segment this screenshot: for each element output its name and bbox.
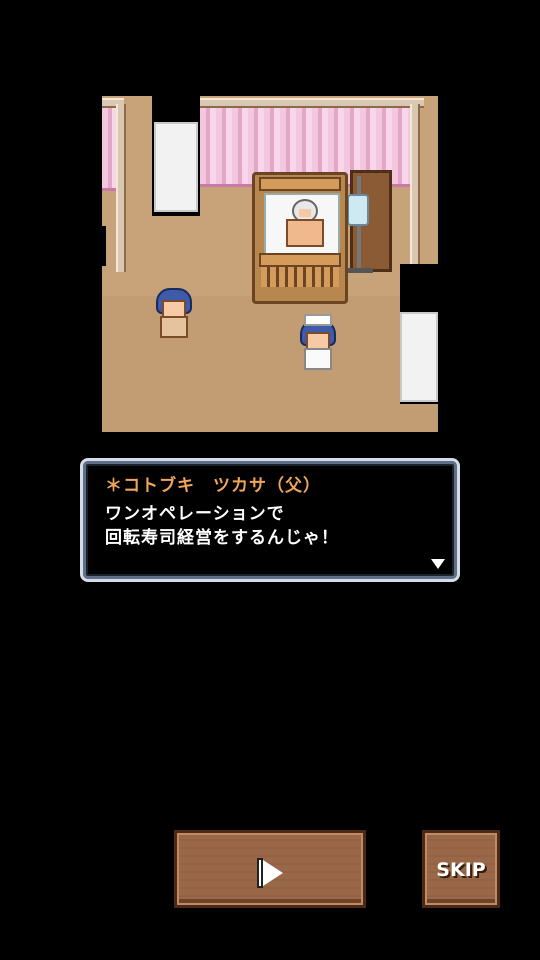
curtain-pole-right: [410, 104, 420, 266]
play-flag-icon: [257, 858, 287, 888]
curtain-pole-left: [116, 104, 126, 272]
curtain-rod-right: [200, 98, 424, 108]
skip-button[interactable]: SKIP: [422, 830, 500, 908]
dialog-line-2: 回転寿司経営をするんじゃ！: [105, 528, 339, 548]
game-scene: [102, 96, 438, 432]
bed-headboard: [259, 177, 341, 191]
nurse-body: [304, 348, 332, 370]
next-page-arrow-icon: [431, 559, 445, 569]
side-panel: [400, 312, 438, 402]
bed-bars: [261, 267, 339, 287]
flag-triangle: [263, 860, 283, 886]
advance-button[interactable]: [174, 830, 366, 908]
iv-bag: [347, 194, 369, 226]
bed-sheet: [264, 193, 340, 257]
hospital-bed: [252, 172, 348, 304]
bed-footrail: [259, 253, 341, 267]
iv-drip-stand: [347, 176, 387, 276]
nurse-cap: [304, 314, 332, 326]
speaker-name: ＊コトブキ ツカサ（父）: [105, 476, 321, 496]
wall-gap: [102, 226, 106, 266]
patient-body: [286, 219, 324, 247]
dialog-box[interactable]: ＊コトブキ ツカサ（父） ワンオペレーションで 回転寿司経営をするんじゃ！: [80, 458, 460, 582]
character-body: [160, 316, 188, 338]
skip-label: SKIP: [436, 859, 486, 881]
patient-face: [299, 209, 311, 217]
wall-panel: [154, 122, 198, 212]
character-child: [152, 288, 192, 338]
curtain-left: [102, 108, 116, 191]
dialog-line-1: ワンオペレーションで: [105, 504, 285, 524]
iv-base: [347, 268, 373, 273]
character-nurse: [296, 314, 336, 370]
